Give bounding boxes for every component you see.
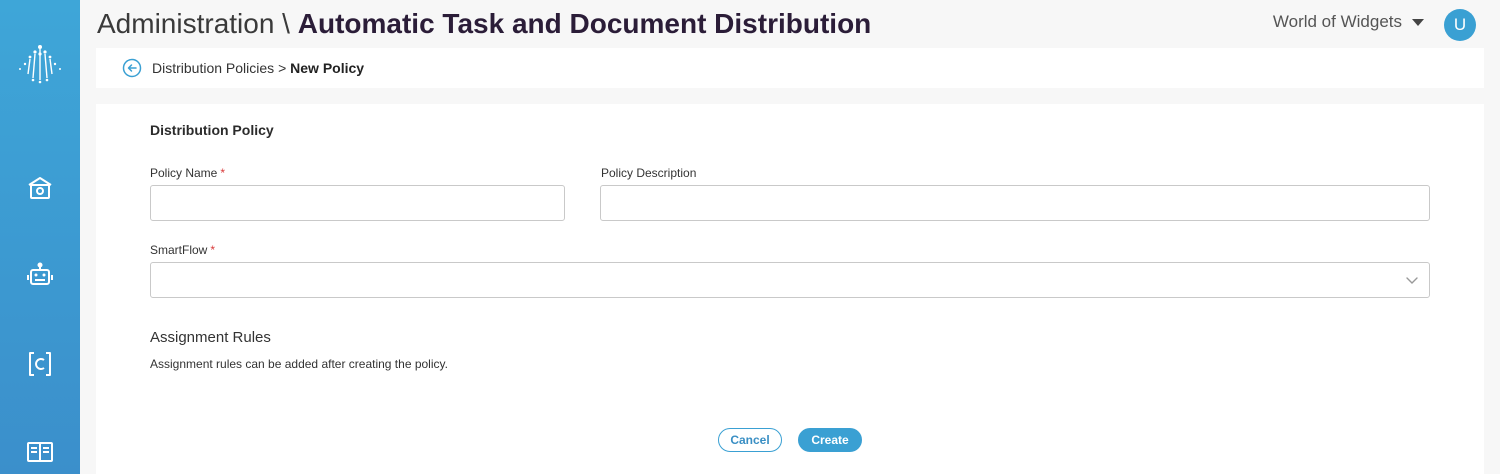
breadcrumb-parent[interactable]: Distribution Policies — [152, 60, 274, 76]
home-icon — [28, 177, 52, 199]
caret-down-icon — [1412, 18, 1424, 26]
policy-name-input[interactable] — [150, 185, 565, 221]
policy-description-input[interactable] — [600, 185, 1430, 221]
required-mark: * — [220, 166, 226, 180]
chevron-down-icon — [1406, 277, 1418, 284]
sidebar-item-code[interactable] — [22, 346, 58, 382]
page-title-main: Automatic Task and Document Distribution — [297, 8, 872, 39]
breadcrumb-current: New Policy — [290, 60, 365, 76]
breadcrumb: Distribution Policies > New Policy — [152, 60, 364, 76]
avatar[interactable]: U — [1444, 9, 1476, 41]
smartflow-label: SmartFlow * — [150, 243, 215, 257]
logo-icon[interactable] — [16, 44, 64, 84]
required-mark: * — [210, 243, 216, 257]
org-switcher[interactable]: World of Widgets — [1273, 12, 1424, 32]
policy-form-card: Distribution Policy Policy Name * Policy … — [96, 104, 1484, 474]
code-bracket-icon — [29, 352, 51, 376]
assignment-rules-title: Assignment Rules — [150, 329, 271, 346]
book-icon — [27, 442, 53, 462]
page-title: Administration \ Automatic Task and Docu… — [97, 6, 871, 42]
sidebar-item-robot[interactable] — [22, 258, 58, 294]
cancel-button[interactable]: Cancel — [718, 428, 782, 452]
robot-icon — [27, 262, 53, 285]
sidebar — [0, 0, 80, 474]
page-title-prefix: Administration \ — [97, 8, 290, 39]
header: Administration \ Automatic Task and Docu… — [80, 0, 1500, 48]
org-name: World of Widgets — [1272, 12, 1402, 31]
policy-name-label: Policy Name * — [150, 166, 225, 180]
create-button[interactable]: Create — [798, 428, 862, 452]
policy-description-label: Policy Description — [601, 166, 697, 180]
back-arrow-icon[interactable] — [122, 58, 142, 78]
breadcrumb-bar: Distribution Policies > New Policy — [96, 48, 1484, 88]
app-root: Administration \ Automatic Task and Docu… — [0, 0, 1500, 474]
sidebar-item-home[interactable] — [22, 170, 58, 206]
section-title: Distribution Policy — [150, 122, 274, 138]
smartflow-select[interactable] — [150, 262, 1430, 298]
sidebar-item-book[interactable] — [22, 434, 58, 470]
assignment-rules-help: Assignment rules can be added after crea… — [150, 357, 448, 371]
smartflow-label-text: SmartFlow — [150, 243, 208, 257]
breadcrumb-separator: > — [278, 60, 287, 76]
policy-name-label-text: Policy Name — [150, 166, 218, 180]
